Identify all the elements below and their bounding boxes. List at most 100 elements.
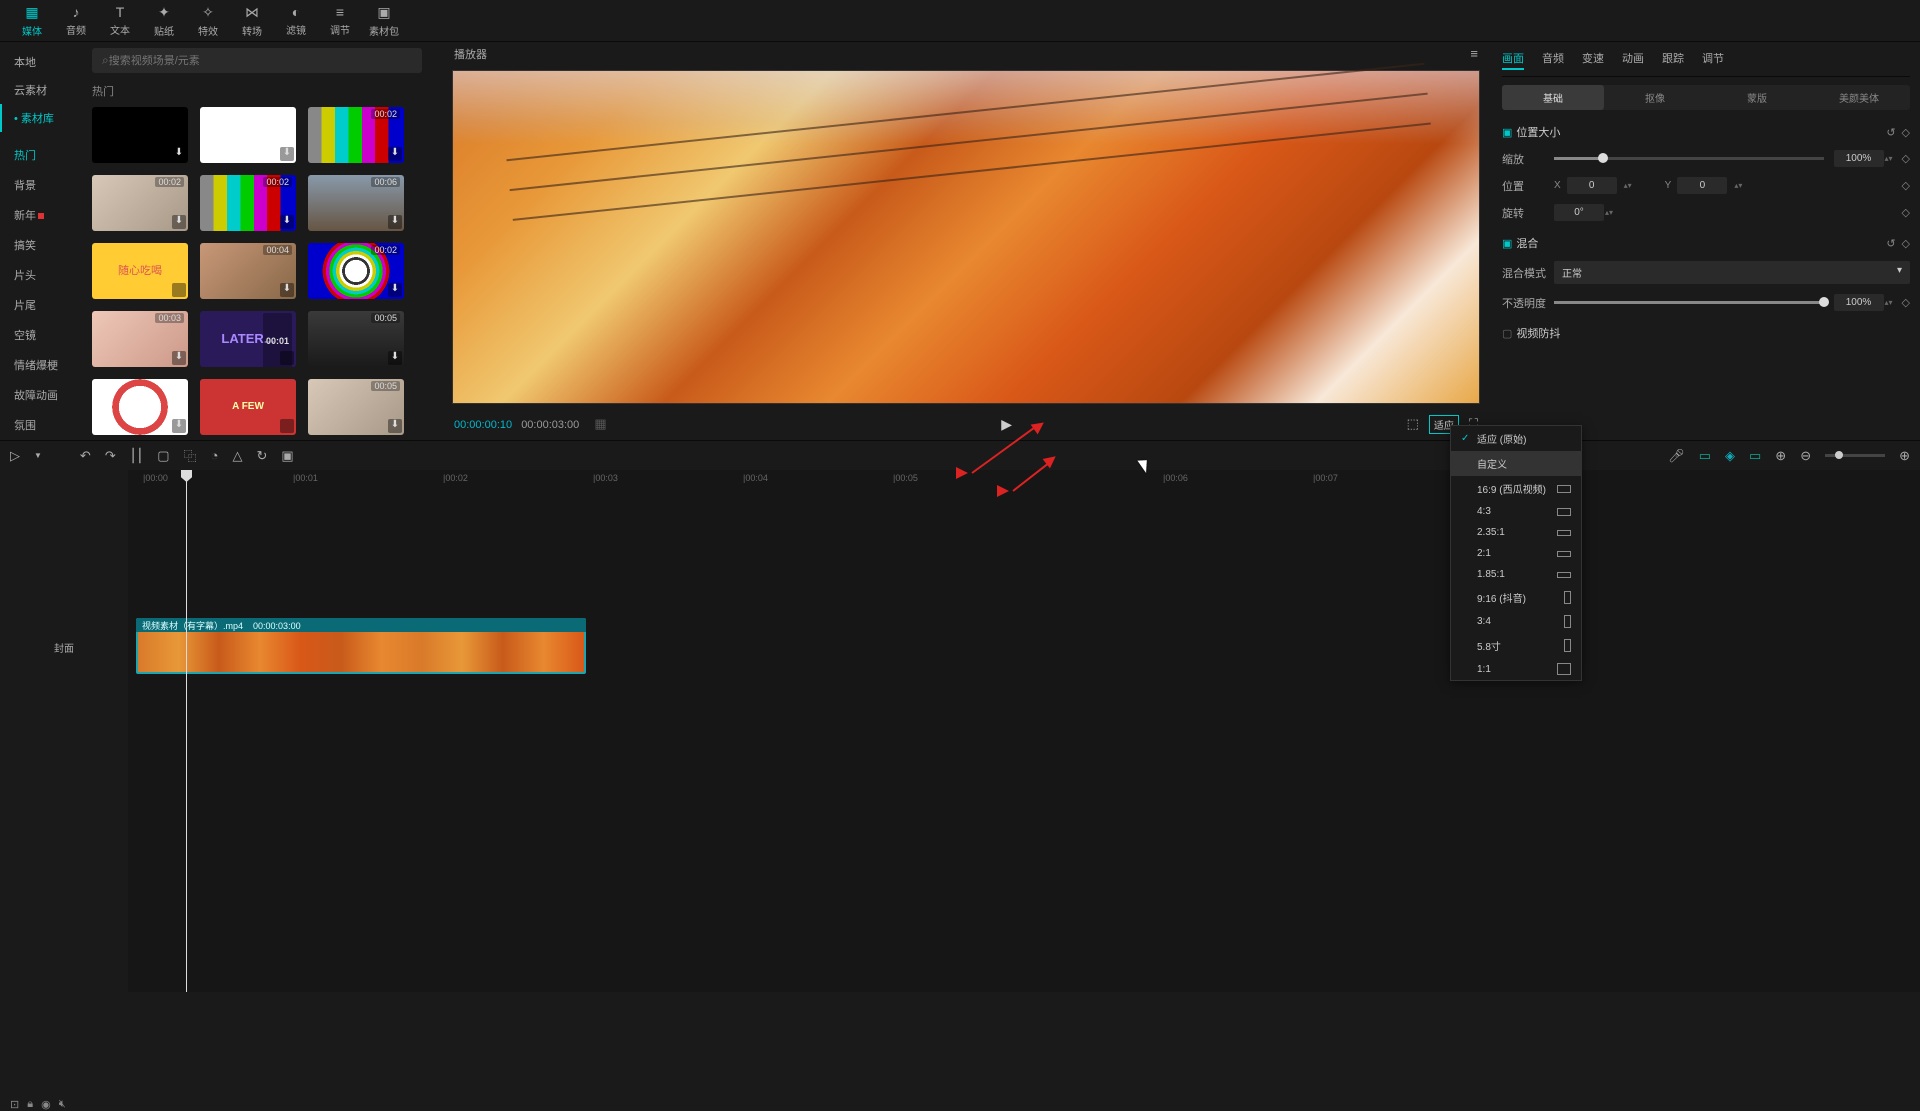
pos-x-input[interactable] [1567,177,1617,194]
tool-滤镜[interactable]: ◐滤镜 [274,4,318,37]
zoom-in-icon[interactable]: ⊕ [1899,448,1910,464]
tl-settings-icon[interactable]: ⊡ [10,1098,19,1111]
search-box[interactable]: ⌕ [92,48,422,73]
insp-tab-变速[interactable]: 变速 [1582,48,1604,70]
tool-特效[interactable]: ✧特效 [186,4,230,37]
sidenav-item-故障动画[interactable]: 故障动画 [0,380,82,410]
delete-icon[interactable]: ▢ [157,448,169,464]
keyframe-icon[interactable]: ◇ [1902,296,1910,309]
sidenav-item-搞笑[interactable]: 搞笑 [0,230,82,260]
crop-timeline-icon[interactable]: ▣ [281,448,293,464]
media-thumb[interactable]: ⬇ [200,107,296,163]
blend-checkbox-icon[interactable]: ▣ [1502,238,1512,250]
sidenav-item-氛围[interactable]: 氛围 [0,410,82,440]
speed-icon[interactable]: ◔ [211,448,219,463]
video-clip[interactable]: 视频素材（有字幕）.mp4 00:00:03:00 [136,618,586,674]
insp-subtab-蒙版[interactable]: 蒙版 [1706,85,1808,110]
download-icon[interactable]: ⬇ [388,283,402,297]
tl-eye-icon[interactable]: ◉ [41,1098,51,1111]
sidenav-primary-云素材[interactable]: 云素材 [0,76,82,104]
crop-icon[interactable]: ⬚ [1407,416,1419,432]
download-icon[interactable]: ⬇ [172,147,186,161]
insp-tab-音频[interactable]: 音频 [1542,48,1564,70]
tool-调节[interactable]: ≡调节 [318,4,362,37]
tool-文本[interactable]: T文本 [98,4,142,37]
download-icon[interactable]: ⬇ [172,419,186,433]
split-icon[interactable]: ⎮⎮ [130,448,144,464]
download-icon[interactable]: ⬇ [388,351,402,365]
timeline-body[interactable]: |00:00|00:01|00:02|00:03|00:04|00:05|00:… [128,470,1920,992]
mic-icon[interactable]: 🎤︎ [1668,448,1685,464]
scale-input[interactable] [1834,150,1884,167]
media-thumb[interactable]: 00:02⬇ [200,175,296,231]
menu-icon[interactable]: ≡ [1470,46,1478,62]
download-icon[interactable]: ⬇ [280,283,294,297]
tool-转场[interactable]: ⋈转场 [230,4,274,37]
player-canvas[interactable] [452,70,1480,404]
download-icon[interactable]: ⬇ [172,351,186,365]
download-icon[interactable]: ⬇ [280,215,294,229]
sidenav-item-背景[interactable]: 背景 [0,170,82,200]
grid-icon[interactable]: ▦ [594,416,606,431]
download-icon[interactable]: ⬇ [388,147,402,161]
keyframe-icon[interactable]: ◇ [1902,127,1910,139]
ratio-item[interactable]: 2.35:1 [1451,522,1581,543]
download-icon[interactable]: ⬇ [280,147,294,161]
sidenav-item-空镜[interactable]: 空镜 [0,320,82,350]
media-thumb[interactable]: 00:02⬇ [308,107,404,163]
media-thumb[interactable]: 00:05⬇ [308,379,404,435]
spin-icon[interactable]: ▴▾ [1733,181,1743,190]
cover-label[interactable]: 封面 [0,620,128,675]
mirror-icon[interactable]: △ [232,448,242,464]
opacity-input[interactable] [1834,294,1884,311]
download-icon[interactable]: ⬇ [280,419,294,433]
scale-slider[interactable] [1554,157,1824,160]
copy-icon[interactable]: ⿻ [184,446,197,465]
play-button[interactable]: ▶ [1001,416,1012,433]
spin-icon[interactable]: ▴▾ [1623,181,1633,190]
ratio-item[interactable]: 自定义 [1451,451,1581,476]
keyframe-icon[interactable]: ◇ [1902,152,1910,165]
undo-icon[interactable]: ↶ [80,448,91,464]
sidenav-item-热门[interactable]: 热门 [0,140,82,170]
keyframe-icon[interactable]: ◇ [1902,206,1910,219]
ratio-item[interactable]: 3:4 [1451,610,1581,633]
insp-subtab-基础[interactable]: 基础 [1502,85,1604,110]
media-thumb[interactable]: 00:02⬇ [308,243,404,299]
ratio-item[interactable]: 1.85:1 [1451,564,1581,585]
pos-checkbox-icon[interactable]: ▣ [1502,127,1512,139]
media-thumb[interactable]: ⬇ [92,379,188,435]
download-icon[interactable]: ⬇ [280,351,294,365]
spin-icon[interactable]: ▴▾ [1884,298,1894,307]
media-thumb[interactable]: 00:06⬇ [308,175,404,231]
track-icon-2[interactable]: ◈ [1725,448,1735,464]
pos-y-input[interactable] [1677,177,1727,194]
rotation-input[interactable] [1554,204,1604,221]
keyframe-icon[interactable]: ◇ [1902,179,1910,192]
insp-subtab-美颜美体[interactable]: 美颜美体 [1808,85,1910,110]
download-icon[interactable]: ⬇ [388,215,402,229]
insp-tab-调节[interactable]: 调节 [1702,48,1724,70]
playhead[interactable] [186,470,187,992]
blend-mode-select[interactable]: 正常▾ [1554,261,1910,284]
zoom-out-icon[interactable]: ⊖ [1800,448,1811,464]
zoom-slider[interactable] [1825,454,1885,457]
keyframe-icon[interactable]: ◇ [1902,238,1910,250]
media-thumb[interactable]: 随心吃喝⬇ [92,243,188,299]
media-thumb[interactable]: 00:02⬇ [92,175,188,231]
ratio-item[interactable]: 5.8寸 [1451,633,1581,658]
ratio-item[interactable]: 2:1 [1451,543,1581,564]
track-icon-3[interactable]: ▭ [1749,448,1761,464]
download-icon[interactable]: ⬇ [172,215,186,229]
magnet-icon[interactable]: ⊕ [1775,448,1786,464]
tool-音频[interactable]: ♪音频 [54,4,98,37]
media-thumb[interactable]: 00:04⬇ [200,243,296,299]
tl-mute-icon[interactable]: 🔇︎ [59,1098,66,1111]
sidenav-item-片头[interactable]: 片头 [0,260,82,290]
redo-icon[interactable]: ↷ [105,448,116,464]
insp-tab-画面[interactable]: 画面 [1502,48,1524,70]
reset-icon[interactable]: ↺ [1886,238,1895,250]
tool-媒体[interactable]: ▦媒体 [10,4,54,37]
sidenav-primary-本地[interactable]: 本地 [0,48,82,76]
ratio-item[interactable]: ✓适应 (原始) [1451,426,1581,451]
